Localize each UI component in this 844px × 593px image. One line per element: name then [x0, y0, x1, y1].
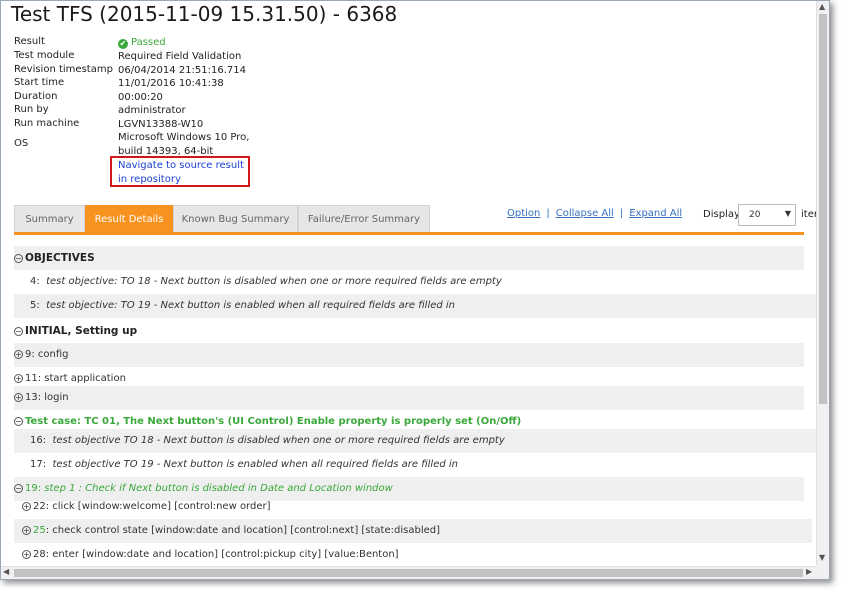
collapse-icon[interactable]: −: [14, 253, 23, 263]
revision-value: 06/04/2014 21:51:16.714: [118, 65, 246, 76]
tab-known-bug-summary[interactable]: Known Bug Summary: [173, 205, 298, 233]
tree-row-enter-28[interactable]: +28: enter [window:date and location] [c…: [14, 543, 812, 566]
display-label: Display: [703, 209, 740, 220]
scrollbar-corner: [816, 566, 829, 579]
tree-row-objective-5: 5: test objective: TO 19 - Next button i…: [14, 294, 816, 318]
tree-row-check-25[interactable]: +25: check control state [window:date an…: [14, 519, 812, 543]
page-title: Test TFS (2015-11-09 15.31.50) - 6368: [11, 2, 398, 26]
tree-row-objectives[interactable]: − OBJECTIVES: [14, 246, 804, 270]
horizontal-scroll-thumb[interactable]: [14, 569, 803, 577]
tab-result-details[interactable]: Result Details: [85, 205, 173, 233]
expand-icon[interactable]: +: [14, 349, 23, 359]
horizontal-scrollbar[interactable]: ◀ ▶: [1, 566, 816, 579]
tree-row-initial[interactable]: − INITIAL, Setting up: [14, 319, 804, 343]
navigate-to-source-link[interactable]: Navigate to source result in repository: [118, 159, 250, 187]
report-content: Test TFS (2015-11-09 15.31.50) - 6368 Re…: [1, 1, 816, 566]
tree-row-objective-4: 4: test objective: TO 18 - Next button i…: [30, 276, 502, 287]
tab-underline: [14, 232, 804, 235]
scroll-right-icon[interactable]: ▶: [806, 567, 812, 576]
duration-value: 00:00:20: [118, 92, 163, 103]
duration-label: Duration: [14, 91, 58, 102]
os-value-line1: Microsoft Windows 10 Pro,: [118, 132, 250, 143]
run-machine-label: Run machine: [14, 118, 80, 129]
expand-icon[interactable]: +: [14, 373, 23, 383]
result-label: Result: [14, 36, 45, 47]
result-status: ✔ Passed: [118, 36, 166, 50]
option-link[interactable]: Option: [507, 208, 540, 219]
start-time-label: Start time: [14, 77, 65, 88]
tree-row-objective-16: 16: test objective TO 18 - Next button i…: [14, 429, 816, 453]
display-items-label: iter: [801, 209, 816, 220]
expand-icon[interactable]: +: [22, 525, 31, 535]
tree-row-login[interactable]: +13: login: [14, 386, 804, 410]
collapse-icon[interactable]: −: [14, 416, 23, 426]
expand-icon[interactable]: +: [22, 549, 31, 559]
vertical-scroll-thumb[interactable]: [819, 14, 827, 404]
expand-all-link[interactable]: Expand All: [629, 208, 682, 219]
vertical-scrollbar[interactable]: ▲ ▼: [816, 1, 829, 566]
result-status-text: Passed: [131, 37, 166, 48]
tree-row-click-22[interactable]: +22: click [window:welcome] [control:new…: [14, 495, 812, 519]
source-link-highlight: Navigate to source result in repository: [110, 156, 250, 187]
scroll-down-icon[interactable]: ▼: [819, 553, 825, 562]
start-time-value: 11/01/2016 10:41:38: [118, 78, 224, 89]
scroll-up-icon[interactable]: ▲: [819, 2, 825, 11]
link-separator: |: [619, 208, 624, 219]
display-count-value: 20: [749, 210, 761, 220]
tree-row-objective-17: 17: test objective TO 19 - Next button i…: [30, 459, 459, 470]
tab-failure-error-summary[interactable]: Failure/Error Summary: [298, 205, 430, 233]
chevron-down-icon: ▼: [784, 209, 791, 218]
tree-row-config[interactable]: +9: config: [14, 343, 804, 367]
revision-label: Revision timestamp: [14, 64, 113, 75]
tab-summary[interactable]: Summary: [14, 205, 85, 233]
test-module-value: Required Field Validation: [118, 51, 242, 62]
view-links: Option | Collapse All | Expand All: [507, 208, 682, 219]
run-machine-value: LGVN13388-W10: [118, 119, 204, 130]
run-by-value: administrator: [118, 105, 186, 116]
collapse-icon[interactable]: −: [14, 326, 23, 336]
link-separator: |: [546, 208, 550, 219]
expand-icon[interactable]: +: [22, 501, 31, 511]
display-count-select[interactable]: 20 ▼: [738, 204, 796, 226]
report-window: Test TFS (2015-11-09 15.31.50) - 6368 Re…: [0, 0, 830, 580]
run-by-label: Run by: [14, 104, 49, 115]
os-label: OS: [14, 138, 29, 149]
collapse-all-link[interactable]: Collapse All: [556, 208, 614, 219]
check-circle-icon: ✔: [118, 39, 128, 49]
expand-icon[interactable]: +: [14, 392, 23, 402]
test-module-label: Test module: [14, 50, 75, 61]
scroll-left-icon[interactable]: ◀: [3, 567, 9, 576]
collapse-icon[interactable]: −: [14, 483, 23, 493]
